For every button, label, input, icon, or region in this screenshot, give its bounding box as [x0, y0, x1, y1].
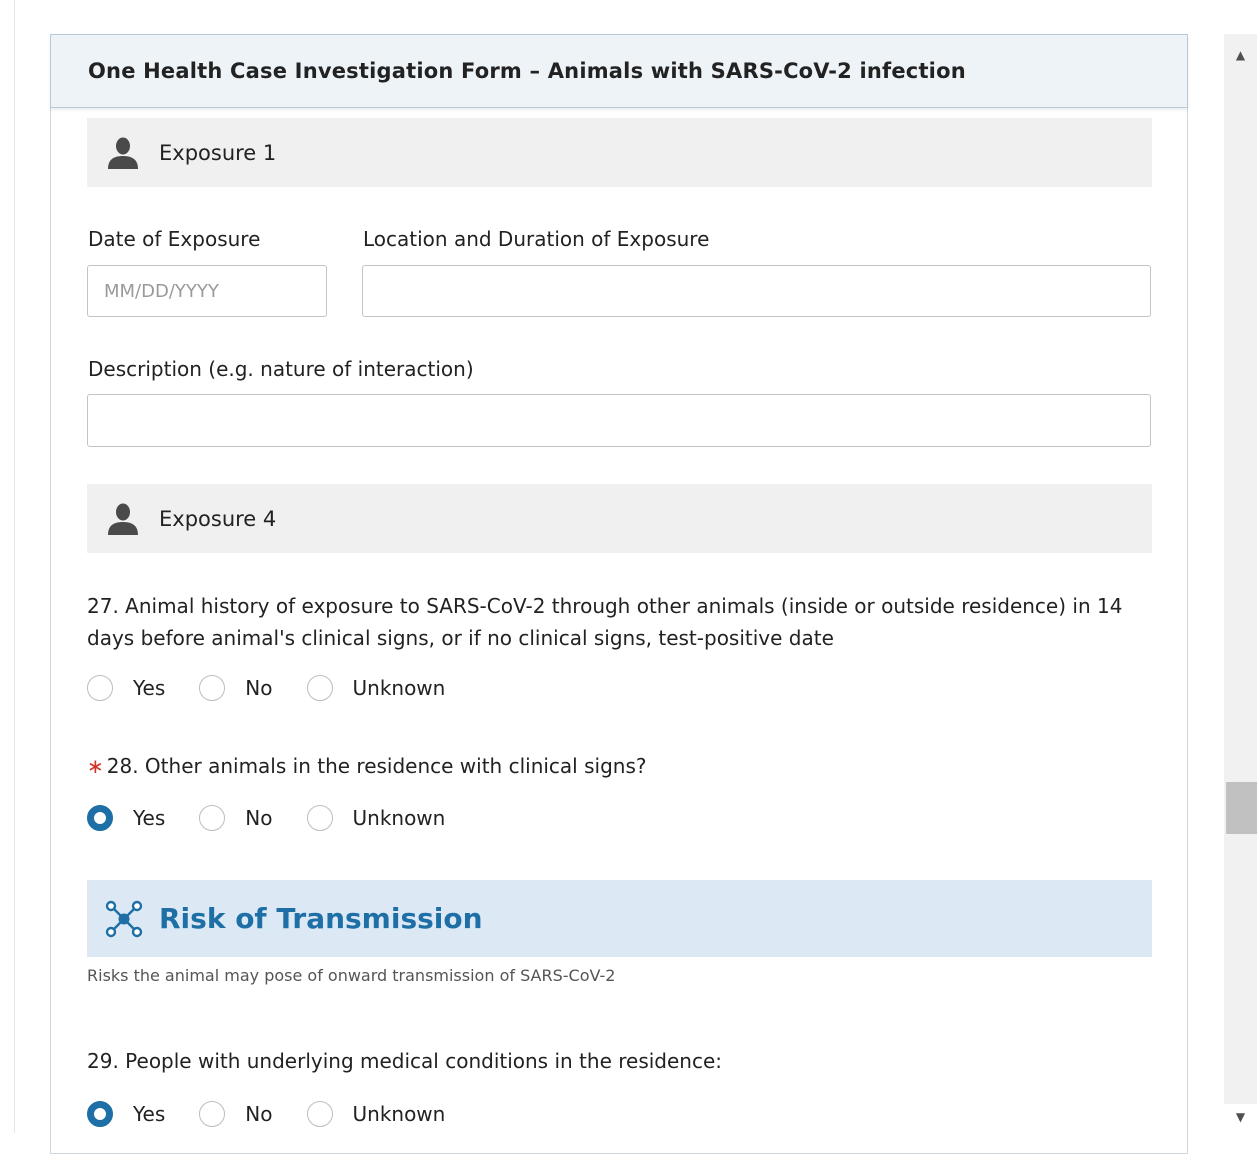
q27-option-yes[interactable]: Yes [87, 675, 165, 701]
q28-option-unknown[interactable]: Unknown [306, 805, 445, 831]
question-27-options: Yes No Unknown [87, 673, 479, 703]
radio-button[interactable] [199, 805, 226, 831]
scrollbar-track[interactable] [1224, 34, 1257, 1104]
form-header: One Health Case Investigation Form – Ani… [50, 34, 1188, 108]
radio-button[interactable] [306, 1101, 333, 1127]
question-28-text: 28. Other animals in the residence with … [106, 754, 647, 778]
q29-option-unknown[interactable]: Unknown [306, 1101, 445, 1127]
exposure-4-header[interactable]: Exposure 4 [87, 484, 1152, 553]
radio-button[interactable] [87, 675, 113, 701]
date-of-exposure-label: Date of Exposure [88, 227, 261, 251]
risk-of-transmission-header: Risk of Transmission [87, 880, 1152, 957]
person-icon [108, 503, 138, 535]
form-title: One Health Case Investigation Form – Ani… [88, 59, 966, 83]
scroll-down-arrow-icon[interactable]: ▼ [1224, 1106, 1257, 1128]
q29-option-yes[interactable]: Yes [87, 1101, 165, 1127]
q27-option-no[interactable]: No [199, 675, 273, 701]
person-icon [108, 137, 138, 169]
q28-option-yes[interactable]: Yes [87, 805, 165, 831]
scrollbar-thumb[interactable] [1226, 782, 1257, 834]
location-duration-label: Location and Duration of Exposure [363, 227, 710, 251]
radio-button[interactable] [306, 675, 333, 701]
scroll-up-arrow-icon[interactable]: ▲ [1224, 44, 1257, 66]
description-input[interactable] [87, 394, 1151, 447]
date-of-exposure-input[interactable] [87, 265, 327, 317]
required-asterisk-icon: ∗ [87, 754, 104, 778]
q29-option-no[interactable]: No [199, 1101, 273, 1127]
exposure-4-label: Exposure 4 [159, 506, 277, 531]
question-29-options: Yes No Unknown [87, 1099, 479, 1129]
network-icon [105, 900, 143, 937]
radio-button-selected[interactable] [87, 805, 113, 831]
left-divider [14, 0, 15, 1133]
q27-option-unknown[interactable]: Unknown [306, 675, 445, 701]
radio-button-selected[interactable] [87, 1101, 113, 1127]
question-28-options: Yes No Unknown [87, 803, 479, 833]
question-28: ∗ 28. Other animals in the residence with… [87, 750, 1157, 782]
exposure-1-header[interactable]: Exposure 1 [87, 118, 1152, 187]
risk-description: Risks the animal may pose of onward tran… [87, 966, 616, 985]
description-label: Description (e.g. nature of interaction) [88, 357, 474, 381]
question-29-text: 29. People with underlying medical condi… [87, 1049, 723, 1073]
exposure-1-label: Exposure 1 [159, 140, 277, 165]
question-27-text: 27. Animal history of exposure to SARS-C… [87, 594, 1123, 650]
q28-option-no[interactable]: No [199, 805, 273, 831]
risk-of-transmission-title: Risk of Transmission [159, 902, 483, 935]
radio-button[interactable] [199, 675, 226, 701]
radio-button[interactable] [306, 805, 333, 831]
location-duration-input[interactable] [362, 265, 1151, 317]
radio-button[interactable] [199, 1101, 226, 1127]
